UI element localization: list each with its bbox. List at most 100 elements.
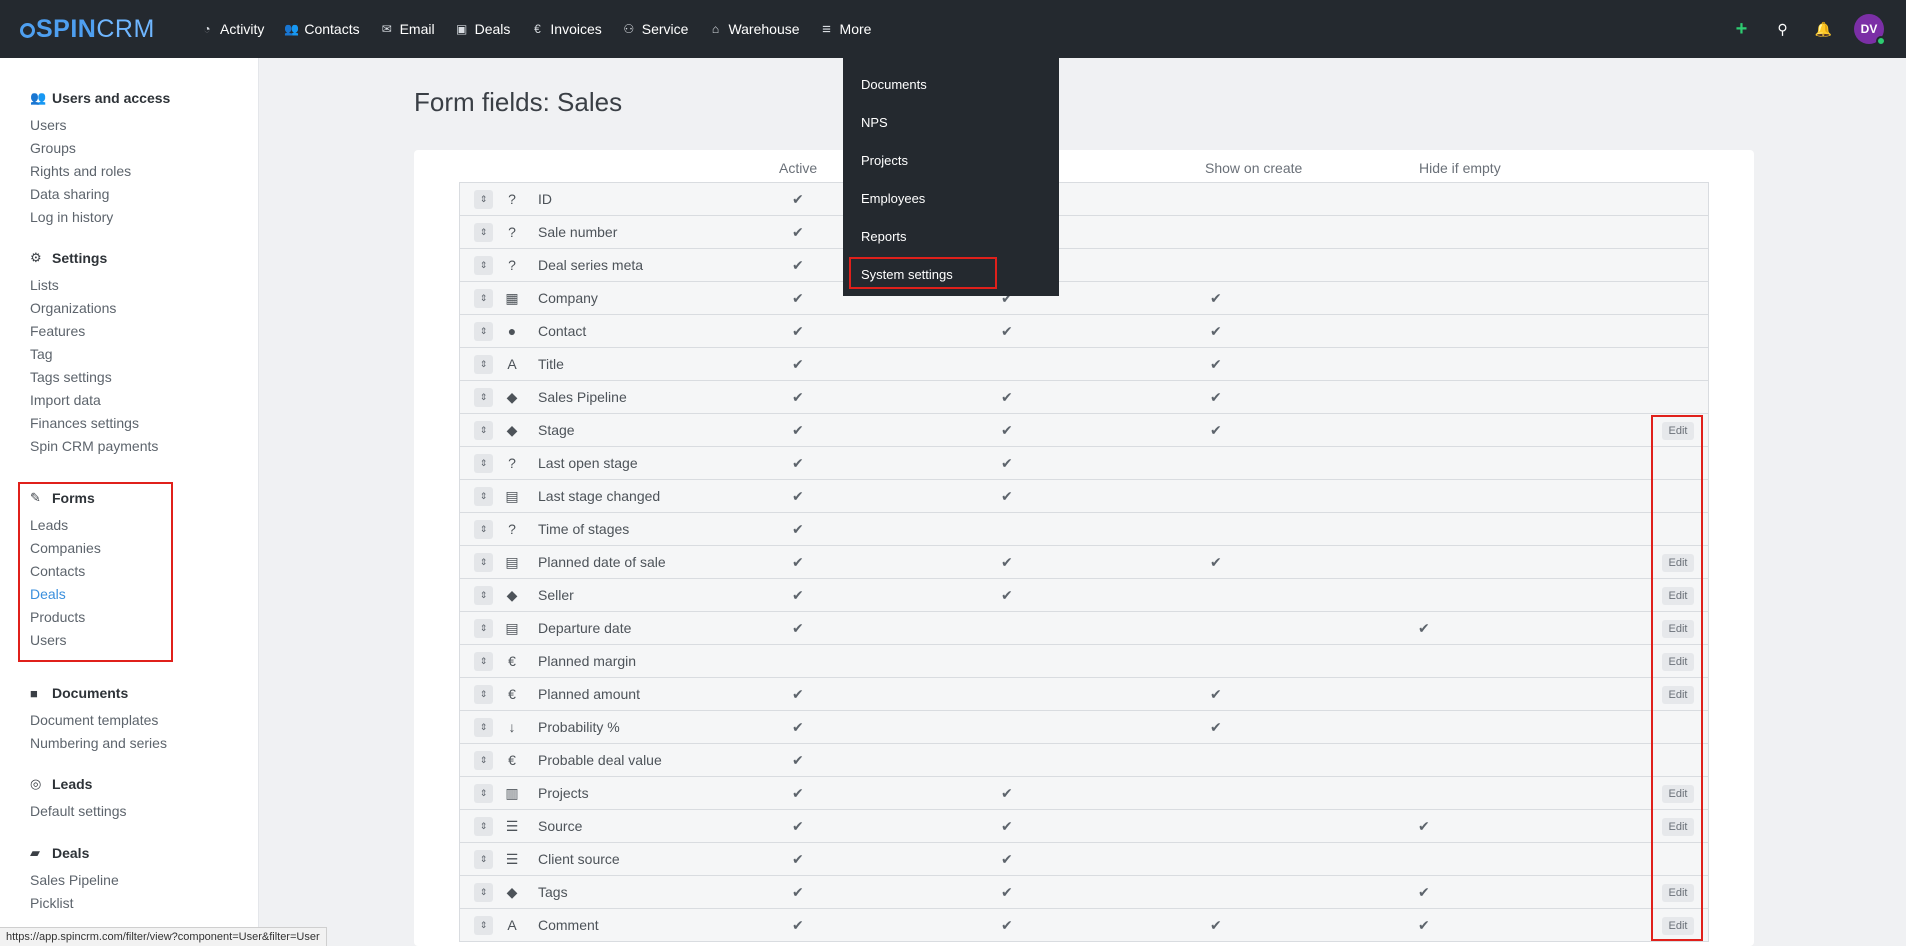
check-icon[interactable]: ✔ <box>1001 579 1013 612</box>
check-icon[interactable]: ✔ <box>792 744 804 777</box>
drag-handle-icon[interactable]: ⇕ <box>474 685 493 704</box>
sidebar-item-settings-spin-crm-payments[interactable]: Spin CRM payments <box>30 435 158 458</box>
check-icon[interactable]: ✔ <box>1210 381 1222 414</box>
nav-item-invoices[interactable]: € Invoices <box>520 0 611 58</box>
check-icon[interactable]: ✔ <box>1210 282 1222 315</box>
check-icon[interactable]: ✔ <box>1001 810 1013 843</box>
nav-item-more[interactable]: ≡ More <box>810 0 882 58</box>
check-icon[interactable]: ✔ <box>792 612 804 645</box>
check-icon[interactable]: ✔ <box>1418 612 1430 645</box>
dropdown-item-nps[interactable]: NPS <box>843 104 1059 142</box>
drag-handle-icon[interactable]: ⇕ <box>474 652 493 671</box>
sidebar-item-documents-numbering-and-series[interactable]: Numbering and series <box>30 732 167 755</box>
check-icon[interactable]: ✔ <box>1210 909 1222 942</box>
check-icon[interactable]: ✔ <box>792 381 804 414</box>
nav-item-email[interactable]: ✉ Email <box>370 0 445 58</box>
check-icon[interactable]: ✔ <box>792 249 804 282</box>
check-icon[interactable]: ✔ <box>792 513 804 546</box>
drag-handle-icon[interactable]: ⇕ <box>474 454 493 473</box>
dropdown-item-reports[interactable]: Reports <box>843 218 1059 256</box>
drag-handle-icon[interactable]: ⇕ <box>474 751 493 770</box>
check-icon[interactable]: ✔ <box>792 348 804 381</box>
check-icon[interactable]: ✔ <box>1210 315 1222 348</box>
check-icon[interactable]: ✔ <box>792 909 804 942</box>
sidebar-item-users-access-log-in-history[interactable]: Log in history <box>30 206 170 229</box>
check-icon[interactable]: ✔ <box>792 447 804 480</box>
check-icon[interactable]: ✔ <box>1210 348 1222 381</box>
check-icon[interactable]: ✔ <box>1001 480 1013 513</box>
check-icon[interactable]: ✔ <box>792 414 804 447</box>
drag-handle-icon[interactable]: ⇕ <box>474 619 493 638</box>
drag-handle-icon[interactable]: ⇕ <box>474 586 493 605</box>
sidebar-item-settings-finances-settings[interactable]: Finances settings <box>30 412 158 435</box>
sidebar-item-deals-sales-pipeline[interactable]: Sales Pipeline <box>30 869 119 892</box>
drag-handle-icon[interactable]: ⇕ <box>474 850 493 869</box>
sidebar-item-settings-organizations[interactable]: Organizations <box>30 297 158 320</box>
check-icon[interactable]: ✔ <box>1001 381 1013 414</box>
sidebar-item-settings-features[interactable]: Features <box>30 320 158 343</box>
sidebar-item-users-access-data-sharing[interactable]: Data sharing <box>30 183 170 206</box>
check-icon[interactable]: ✔ <box>1001 414 1013 447</box>
sidebar-item-settings-import-data[interactable]: Import data <box>30 389 158 412</box>
check-icon[interactable]: ✔ <box>1001 777 1013 810</box>
sidebar-item-settings-tag[interactable]: Tag <box>30 343 158 366</box>
dropdown-item-employees[interactable]: Employees <box>843 180 1059 218</box>
check-icon[interactable]: ✔ <box>792 810 804 843</box>
sidebar-item-users-access-users[interactable]: Users <box>30 114 170 137</box>
nav-item-warehouse[interactable]: ⌂ Warehouse <box>698 0 809 58</box>
drag-handle-icon[interactable]: ⇕ <box>474 190 493 209</box>
sidebar-item-settings-lists[interactable]: Lists <box>30 274 158 297</box>
nav-item-deals[interactable]: ▣ Deals <box>445 0 521 58</box>
drag-handle-icon[interactable]: ⇕ <box>474 553 493 572</box>
check-icon[interactable]: ✔ <box>792 678 804 711</box>
check-icon[interactable]: ✔ <box>792 315 804 348</box>
check-icon[interactable]: ✔ <box>1001 447 1013 480</box>
drag-handle-icon[interactable]: ⇕ <box>474 817 493 836</box>
sidebar-item-documents-document-templates[interactable]: Document templates <box>30 709 167 732</box>
nav-item-activity[interactable]: ◔ Activity <box>190 0 274 58</box>
drag-handle-icon[interactable]: ⇕ <box>474 718 493 737</box>
check-icon[interactable]: ✔ <box>792 843 804 876</box>
add-icon[interactable]: + <box>1721 18 1762 41</box>
check-icon[interactable]: ✔ <box>1001 315 1013 348</box>
check-icon[interactable]: ✔ <box>792 546 804 579</box>
nav-item-service[interactable]: ⚇ Service <box>612 0 699 58</box>
check-icon[interactable]: ✔ <box>1210 678 1222 711</box>
drag-handle-icon[interactable]: ⇕ <box>474 256 493 275</box>
drag-handle-icon[interactable]: ⇕ <box>474 520 493 539</box>
check-icon[interactable]: ✔ <box>1418 810 1430 843</box>
check-icon[interactable]: ✔ <box>792 777 804 810</box>
check-icon[interactable]: ✔ <box>1210 711 1222 744</box>
drag-handle-icon[interactable]: ⇕ <box>474 487 493 506</box>
check-icon[interactable]: ✔ <box>1210 546 1222 579</box>
notifications-bell-icon[interactable]: 🔔 <box>1803 21 1844 38</box>
check-icon[interactable]: ✔ <box>792 876 804 909</box>
check-icon[interactable]: ✔ <box>792 480 804 513</box>
user-avatar[interactable]: DV <box>1854 14 1886 46</box>
drag-handle-icon[interactable]: ⇕ <box>474 322 493 341</box>
check-icon[interactable]: ✔ <box>792 282 804 315</box>
drag-handle-icon[interactable]: ⇕ <box>474 355 493 374</box>
search-icon[interactable]: ⚲ <box>1762 21 1803 38</box>
check-icon[interactable]: ✔ <box>1001 909 1013 942</box>
drag-handle-icon[interactable]: ⇕ <box>474 421 493 440</box>
check-icon[interactable]: ✔ <box>792 183 804 216</box>
sidebar-item-deals-picklist[interactable]: Picklist <box>30 892 119 915</box>
drag-handle-icon[interactable]: ⇕ <box>474 388 493 407</box>
check-icon[interactable]: ✔ <box>792 216 804 249</box>
drag-handle-icon[interactable]: ⇕ <box>474 289 493 308</box>
sidebar-item-settings-tags-settings[interactable]: Tags settings <box>30 366 158 389</box>
check-icon[interactable]: ✔ <box>1418 876 1430 909</box>
check-icon[interactable]: ✔ <box>1001 843 1013 876</box>
check-icon[interactable]: ✔ <box>792 711 804 744</box>
check-icon[interactable]: ✔ <box>1210 414 1222 447</box>
drag-handle-icon[interactable]: ⇕ <box>474 784 493 803</box>
sidebar-item-users-access-groups[interactable]: Groups <box>30 137 170 160</box>
check-icon[interactable]: ✔ <box>1001 546 1013 579</box>
check-icon[interactable]: ✔ <box>1001 876 1013 909</box>
nav-item-contacts[interactable]: 👥 Contacts <box>274 0 369 58</box>
drag-handle-icon[interactable]: ⇕ <box>474 916 493 935</box>
dropdown-item-documents[interactable]: Documents <box>843 66 1059 104</box>
sidebar-item-users-access-rights-and-roles[interactable]: Rights and roles <box>30 160 170 183</box>
dropdown-item-projects[interactable]: Projects <box>843 142 1059 180</box>
